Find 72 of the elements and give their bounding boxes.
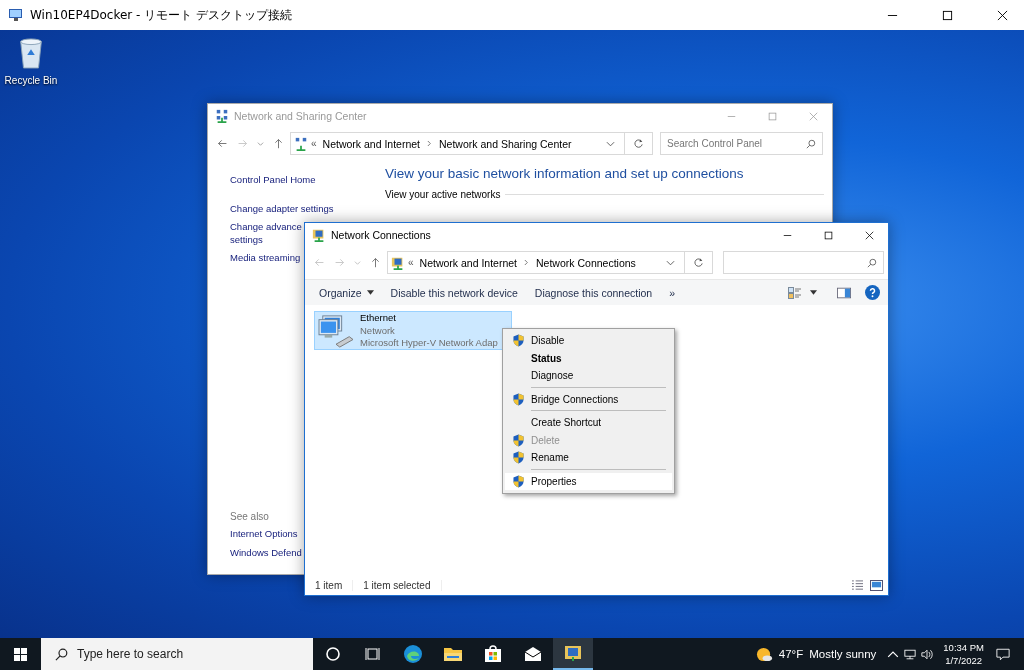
large-icons-view-icon[interactable] [870,580,883,591]
sidebar-link[interactable]: Media streaming [230,252,301,265]
refresh-icon [693,257,704,268]
menu-item[interactable]: Properties [505,472,672,490]
see-also-label: See also [230,511,269,522]
view-caret-icon[interactable] [810,290,817,295]
weather-description[interactable]: Mostly sunny [809,648,877,660]
command-button[interactable]: Disable this network device [384,286,524,299]
window-title: Network Connections [331,229,431,241]
window-title: Network and Sharing Center [234,110,367,122]
window-title: Win10EP4Docker - リモート デスクトップ接続 [30,6,293,24]
back-arrow-icon[interactable] [217,138,228,149]
change-view-icon[interactable] [788,286,802,299]
network-folder-icon [312,228,326,242]
see-also-link[interactable]: Internet Options [230,528,298,541]
up-arrow-icon[interactable] [273,138,284,149]
menu-item[interactable]: Create Shortcut [505,414,672,432]
details-view-icon[interactable] [851,580,864,591]
command-button[interactable]: Diagnose this connection [528,286,659,299]
search-field[interactable]: Search Control Panel [660,132,823,155]
status-text: 1 item [315,580,354,591]
overflow-chevron[interactable]: « [408,257,414,268]
remote-desktop-icon [8,7,24,23]
breadcrumb-item[interactable]: Network Connections [536,256,636,269]
breadcrumb-item[interactable]: Network and Internet [322,137,421,150]
breadcrumb-item[interactable]: Network and Sharing Center [439,137,572,150]
address-bar[interactable]: « Network and Internet Network Connections [387,251,685,274]
menu-item[interactable]: Rename [505,449,672,467]
network-adapter-item[interactable]: Ethernet Network Microsoft Hyper-V Network Adap [314,311,512,350]
search-field[interactable] [723,251,884,274]
menu-item[interactable]: Diagnose [505,367,672,385]
adapter-device: Microsoft Hyper-V Network Adap [360,337,498,349]
desktop-icon-label[interactable]: Recycle Bin [4,75,58,86]
search-icon[interactable] [867,257,877,268]
weather-sun-icon[interactable] [755,645,773,663]
breadcrumb-separator-icon [427,140,433,147]
menu-item[interactable]: Bridge Connections [505,390,672,408]
adapter-status: Network [360,324,395,337]
taskbar-search-field[interactable]: Type here to search [41,638,313,670]
status-text: 1 item selected [363,580,442,591]
volume-icon[interactable] [921,648,934,660]
see-also-link[interactable]: Windows Defend [230,546,302,559]
command-button[interactable]: Organize [313,286,380,299]
adapter-name: Ethernet [360,312,396,325]
weather-temperature[interactable]: 47°F [778,648,804,660]
overflow-chevron[interactable]: « [311,138,317,149]
clock[interactable]: 10:34 PM 1/7/2022 [943,641,984,667]
notifications-icon[interactable] [996,647,1010,661]
refresh-icon [633,138,644,149]
sidebar-link[interactable]: Change adapter settings [230,202,334,215]
up-arrow-icon[interactable] [370,257,381,268]
search-icon [55,647,68,661]
preview-pane-icon[interactable] [837,286,851,299]
sidebar-link[interactable]: Control Panel Home [230,174,316,187]
network-icon [294,136,308,151]
breadcrumb-separator-icon [524,259,530,266]
section-heading: View your active networks [385,189,501,200]
help-icon[interactable] [865,285,880,300]
sidebar-link[interactable]: Change advance settings [230,221,302,246]
network-adapter-icon [317,314,355,348]
command-button[interactable]: » [663,286,681,299]
dropdown-caret-icon[interactable] [666,259,675,266]
address-bar[interactable]: « Network and Internet Network and Sharing Center [290,132,625,155]
network-folder-icon [391,255,405,270]
search-icon[interactable] [806,138,816,149]
menu-item[interactable]: Status [505,349,672,367]
network-status-icon[interactable] [904,648,917,660]
network-folder-icon[interactable] [553,638,593,670]
dropdown-caret-icon[interactable] [606,140,615,147]
page-heading: View your basic network information and set up connections [385,166,745,181]
network-icon [215,109,229,123]
breadcrumb-item[interactable]: Network and Internet [419,256,518,269]
